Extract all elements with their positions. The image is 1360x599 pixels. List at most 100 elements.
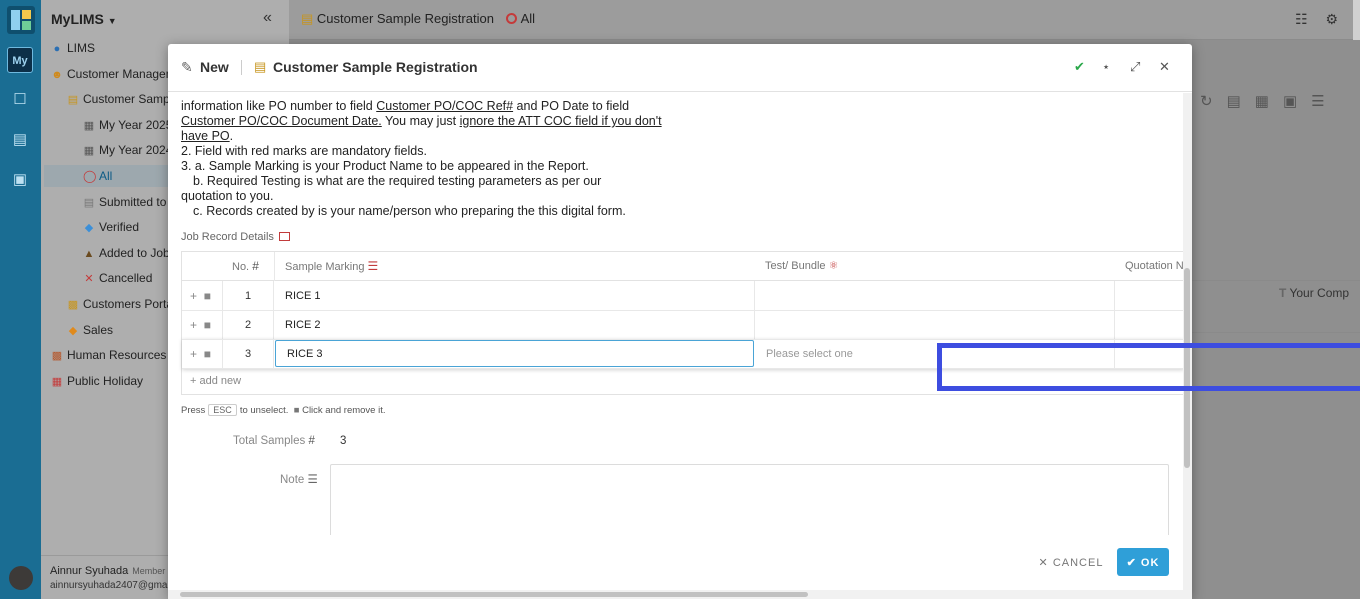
- collapse-sidebar-icon[interactable]: «: [263, 9, 272, 27]
- divider: [274, 252, 275, 281]
- text-type-icon: T: [1279, 286, 1287, 300]
- caret-down-icon: ▼: [107, 16, 117, 26]
- dialog-header: ✎ New ▤ Customer Sample Registration ✔ ⋆…: [168, 44, 1192, 92]
- trash-icon[interactable]: ■: [204, 318, 211, 332]
- sidebar-item-public-holiday[interactable]: ▦ Public Holiday: [51, 370, 143, 392]
- page-scrollbar[interactable]: [1353, 0, 1360, 40]
- cancel-button[interactable]: ✕ CANCEL: [1036, 549, 1106, 575]
- column-header-no[interactable]: No. #: [232, 252, 259, 281]
- ok-button[interactable]: ✔ OK: [1117, 548, 1169, 576]
- sample-marking-input[interactable]: [275, 340, 754, 367]
- add-new-row-button[interactable]: + add new: [190, 375, 241, 387]
- sidebar-item-my-year-2024[interactable]: ▦ My Year 2024: [83, 139, 173, 161]
- grid-header: No. # Sample Marking ☰ Test/ Bundle ⚛ Qu…: [182, 252, 1183, 281]
- app-logo-icon[interactable]: [7, 6, 35, 34]
- row-controls: + ■: [190, 289, 211, 303]
- annotation-highlight-box: [937, 343, 1360, 391]
- sidebar-item-cancelled[interactable]: ✕ Cancelled: [83, 267, 152, 289]
- cell-sample-marking[interactable]: RICE 1: [274, 281, 755, 311]
- hash-icon: #: [308, 435, 315, 447]
- inbox-icon: ▲: [83, 248, 95, 260]
- cell-quotation[interactable]: [1115, 281, 1183, 311]
- diamond-icon: ◆: [84, 222, 94, 234]
- breadcrumb-title[interactable]: Customer Sample Registration: [317, 11, 494, 26]
- divider: [1191, 332, 1360, 333]
- sidebar-item-lims[interactable]: ● LIMS: [51, 37, 95, 59]
- dialog-title: Customer Sample Registration: [273, 59, 478, 75]
- sidebar-item-my-year-2025[interactable]: ▦ My Year 2025: [83, 114, 173, 136]
- divider: [1191, 280, 1360, 281]
- check-circle-icon[interactable]: ✔: [1074, 59, 1085, 75]
- my-workspace-badge[interactable]: My: [7, 47, 33, 73]
- gear-icon[interactable]: ⚙: [1325, 11, 1338, 27]
- trash-icon[interactable]: ■: [204, 289, 211, 303]
- dialog-horizontal-scrollbar[interactable]: [168, 590, 1183, 599]
- top-bar: ▤ Customer Sample Registration All ☷ ⚙: [289, 0, 1360, 40]
- cell-no: 3: [222, 339, 274, 369]
- breadcrumb-view[interactable]: All: [521, 11, 535, 26]
- table-row[interactable]: + ■ 1 RICE 1: [182, 281, 1183, 311]
- column-header-quotation[interactable]: Quotation N: [1125, 252, 1183, 281]
- cell-no: 1: [222, 281, 274, 311]
- close-icon[interactable]: ✕: [1159, 59, 1170, 75]
- people-icon: ▩: [51, 350, 63, 362]
- report-icon[interactable]: ▦: [1255, 93, 1283, 110]
- trash-icon[interactable]: ■: [204, 347, 211, 361]
- sidebar-item-customers-portal[interactable]: ▩ Customers Portal: [67, 293, 176, 315]
- cell-test-bundle[interactable]: [755, 281, 1115, 311]
- sidebar-item-verified[interactable]: ◆ Verified: [83, 216, 139, 238]
- doc-icon: ▤: [83, 197, 95, 209]
- edit-icon: ✎: [181, 59, 193, 75]
- checklist-icon[interactable]: ☰: [1311, 93, 1338, 110]
- sidebar-item-all[interactable]: ◯ All: [44, 165, 169, 187]
- cell-sample-marking[interactable]: RICE 2: [274, 310, 755, 340]
- instructions: information like PO number to field Cust…: [181, 99, 662, 218]
- cell-test-bundle[interactable]: [755, 310, 1115, 340]
- bell-icon[interactable]: ☐: [11, 91, 29, 109]
- divider: [241, 60, 242, 75]
- text-lines-icon: ☰: [307, 474, 318, 486]
- bar-chart-icon[interactable]: ▤: [11, 131, 29, 149]
- expand-icon[interactable]: ⤢: [1130, 59, 1140, 75]
- text-lines-icon: ☰: [367, 259, 379, 273]
- scrollbar-thumb[interactable]: [180, 592, 808, 597]
- cell-quotation[interactable]: [1115, 310, 1183, 340]
- plus-icon[interactable]: +: [190, 289, 197, 303]
- users-icon: ▩: [67, 299, 79, 311]
- calendar-icon[interactable]: ▣: [11, 171, 29, 189]
- user-role: Member: [132, 566, 166, 576]
- table-row[interactable]: + ■ 2 RICE 2: [182, 310, 1183, 340]
- note-label: Note ☰: [280, 474, 318, 486]
- refresh-icon[interactable]: ↻: [1200, 93, 1227, 110]
- breadcrumb: ▤ Customer Sample Registration All: [301, 11, 535, 27]
- sidebar-item-added-to-job[interactable]: ▲ Added to Job: [83, 242, 170, 264]
- section-label-job-record-details: Job Record Details: [181, 231, 290, 243]
- total-samples-label: Total Samples #: [233, 435, 315, 447]
- scroll-icon: ▤: [254, 59, 267, 74]
- cell-no: 2: [222, 310, 274, 340]
- dialog-body: information like PO number to field Cust…: [168, 93, 1183, 535]
- plus-icon[interactable]: +: [190, 318, 197, 332]
- top-right-actions: ☷ ⚙: [1281, 11, 1338, 28]
- calendar-add-icon[interactable]: ▣: [1283, 93, 1311, 110]
- x-icon: ✕: [84, 273, 94, 285]
- column-header-test-bundle[interactable]: Test/ Bundle ⚛: [765, 252, 838, 281]
- avatar[interactable]: [9, 566, 33, 590]
- column-header-your-company[interactable]: T Your Comp: [1279, 286, 1349, 300]
- user-name: Ainnur Syuhada: [50, 565, 129, 577]
- sidebar-item-sales[interactable]: ◆ Sales: [67, 319, 113, 341]
- chart-icon: ▦: [83, 145, 95, 157]
- hash-icon: #: [252, 259, 259, 273]
- note-textarea[interactable]: [330, 464, 1169, 535]
- sidebar-item-human-resources[interactable]: ▩ Human Resources: [51, 344, 167, 366]
- trash-icon: ■: [293, 405, 300, 416]
- scroll-icon: ▤: [67, 94, 79, 106]
- export-icon[interactable]: ▤: [1227, 93, 1255, 110]
- org-chart-icon[interactable]: ☷: [1295, 11, 1308, 27]
- plus-icon[interactable]: +: [190, 347, 197, 361]
- app-switcher[interactable]: MyLIMS ▼: [51, 11, 117, 27]
- column-header-sample-marking[interactable]: Sample Marking ☰: [285, 252, 378, 281]
- share-icon[interactable]: ⋆: [1102, 59, 1110, 75]
- list-toolbar: ↻▤▦▣☰: [1200, 92, 1339, 110]
- bundle-icon: ⚛: [828, 260, 839, 272]
